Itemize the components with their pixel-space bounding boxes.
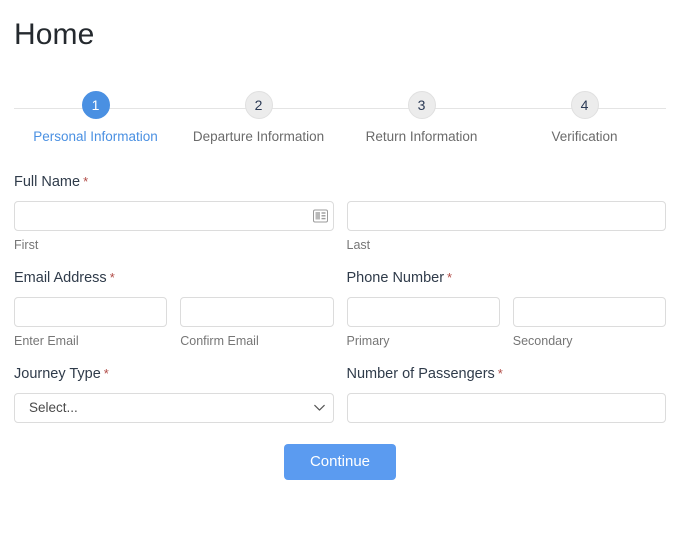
sub-label-primary: Primary: [346, 333, 390, 348]
cell-confirm-email: Confirm Email: [180, 296, 334, 348]
step-4-verification[interactable]: 4 Verification: [503, 91, 666, 144]
label-journey-type: Journey Type *: [14, 367, 334, 382]
label-journey-type-text: Journey Type: [14, 366, 101, 382]
secondary-phone-input[interactable]: [512, 296, 666, 327]
page-title: Home: [14, 18, 95, 51]
step-1-circle[interactable]: 1: [81, 91, 110, 119]
personal-information-form: Full Name * First Last Email Address * P…: [14, 175, 666, 480]
sub-label-first: First: [14, 237, 39, 252]
label-phone-number: Phone Number *: [347, 271, 667, 286]
step-1-personal-information[interactable]: 1 Personal Information: [14, 91, 177, 144]
cell-label-journey-type: Journey Type *: [14, 367, 334, 393]
label-email-address: Email Address *: [14, 271, 334, 286]
sub-label-enter-email: Enter Email: [14, 333, 79, 348]
sub-label-confirm-email: Confirm Email: [180, 333, 259, 348]
row-email-phone-inputs: Enter Email Confirm Email Primary Second…: [14, 296, 666, 348]
required-asterisk: *: [83, 174, 89, 189]
required-asterisk: *: [497, 366, 503, 381]
first-name-input[interactable]: [14, 200, 334, 231]
step-4-label: Verification: [551, 129, 618, 144]
required-asterisk: *: [109, 270, 115, 285]
cell-label-phone: Phone Number *: [347, 271, 667, 297]
row-journey-passengers-inputs: Select...: [14, 392, 666, 423]
row-journey-passengers-labels: Journey Type * Number of Passengers *: [14, 367, 666, 393]
enter-email-input[interactable]: [14, 296, 168, 327]
cell-enter-email: Enter Email: [14, 296, 168, 348]
cell-label-email: Email Address *: [14, 271, 334, 297]
row-full-name: First Last: [14, 200, 666, 252]
label-number-of-passengers: Number of Passengers *: [347, 367, 667, 382]
step-2-label: Departure Information: [192, 129, 325, 144]
step-3-return-information[interactable]: 3 Return Information: [340, 91, 503, 144]
step-4-circle[interactable]: 4: [570, 91, 599, 119]
field-group-full-name: Full Name * First Last: [14, 175, 666, 251]
step-2-departure-information[interactable]: 2 Departure Information: [177, 91, 340, 144]
cell-label-passengers: Number of Passengers *: [347, 367, 667, 393]
cell-primary-phone: Primary: [346, 296, 500, 348]
step-3-label: Return Information: [365, 129, 478, 144]
label-full-name: Full Name *: [14, 175, 666, 190]
cell-secondary-phone: Secondary: [512, 296, 666, 348]
journey-type-select-wrap: Select...: [14, 392, 334, 423]
field-group-journey-passengers: Journey Type * Number of Passengers * Sele…: [14, 367, 666, 423]
journey-type-select[interactable]: Select...: [14, 392, 334, 423]
cell-first-name: First: [14, 200, 334, 252]
form-actions: Continue: [14, 443, 666, 480]
cell-passengers: [346, 392, 666, 423]
row-email-phone-labels: Email Address * Phone Number *: [14, 271, 666, 297]
last-name-input[interactable]: [346, 200, 666, 231]
step-1-label: Personal Information: [33, 129, 158, 144]
field-group-email-phone: Email Address * Phone Number * Enter Email…: [14, 271, 666, 347]
required-asterisk: *: [103, 366, 109, 381]
sub-label-secondary: Secondary: [512, 333, 573, 348]
confirm-email-input[interactable]: [180, 296, 334, 327]
cell-last-name: Last: [346, 200, 666, 252]
label-number-of-passengers-text: Number of Passengers: [346, 366, 495, 382]
step-3-circle[interactable]: 3: [407, 91, 436, 119]
sub-label-last: Last: [346, 237, 371, 252]
contact-card-icon[interactable]: [312, 209, 328, 222]
required-asterisk: *: [447, 270, 453, 285]
label-full-name-text: Full Name: [14, 174, 81, 190]
primary-phone-input[interactable]: [346, 296, 500, 327]
first-name-input-wrap: [14, 200, 334, 231]
progress-stepper: 1 Personal Information 2 Departure Infor…: [14, 91, 666, 153]
label-email-address-text: Email Address: [14, 270, 107, 286]
label-phone-number-text: Phone Number: [346, 270, 445, 286]
stepper-steps: 1 Personal Information 2 Departure Infor…: [14, 91, 666, 144]
cell-journey-type: Select...: [14, 392, 334, 423]
last-name-input-wrap: [346, 200, 666, 231]
continue-button[interactable]: Continue: [283, 443, 397, 480]
page-container: Home 1 Personal Information 2 Departure …: [0, 0, 680, 533]
number-of-passengers-input[interactable]: [346, 392, 666, 423]
step-2-circle[interactable]: 2: [244, 91, 273, 119]
